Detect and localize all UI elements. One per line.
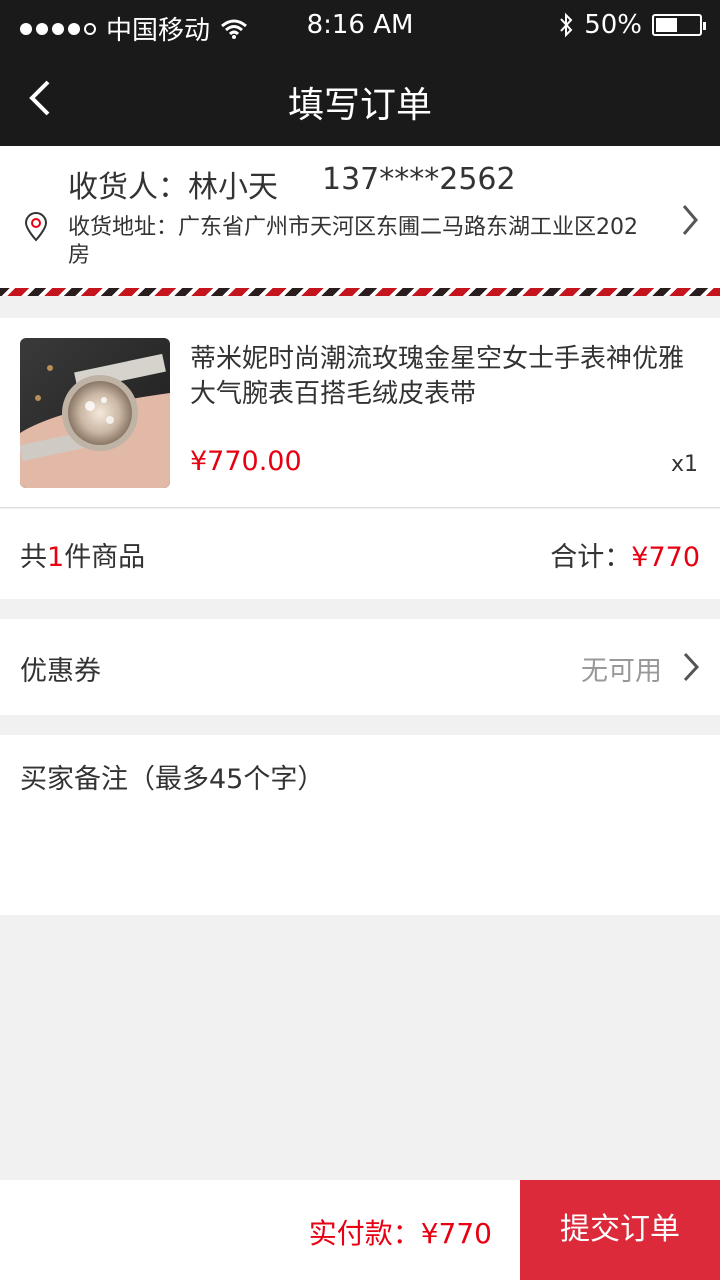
nav-bar: 填写订单: [0, 50, 720, 146]
battery-fill: [656, 18, 677, 32]
item-count-suffix: 件商品: [64, 542, 146, 573]
item-count-number: 1: [47, 542, 65, 573]
coupon-label: 优惠券: [20, 656, 101, 687]
buyer-remark-input[interactable]: 买家备注（最多45个字）: [0, 735, 720, 915]
product-name: 蒂米妮时尚潮流玫瑰金星空女士手表神优雅大气腕表百搭毛绒皮表带: [190, 344, 685, 409]
recipient-phone: 137****2562: [322, 162, 516, 197]
item-count: 共1件商品: [20, 535, 145, 574]
status-right: 50%: [558, 10, 706, 40]
product-item[interactable]: 蒂米妮时尚潮流玫瑰金星空女士手表神优雅大气腕表百搭毛绒皮表带 ¥770.00 x…: [0, 318, 720, 508]
address-text: 收货地址：广东省广州市天河区东圃二马路东湖工业区202房: [68, 215, 638, 268]
product-price: ¥770.00: [190, 446, 302, 477]
address-card[interactable]: 收货人：林小天 137****2562 收货地址：广东省广州市天河区东圃二马路东…: [0, 146, 720, 296]
order-summary: 共1件商品 合计：¥770: [0, 509, 720, 599]
product-quantity: x1: [670, 452, 698, 477]
submit-order-button[interactable]: 提交订单: [520, 1180, 720, 1280]
battery-icon: [652, 14, 706, 36]
location-pin-icon: [24, 212, 48, 242]
recipient-name: 收货人：林小天: [68, 170, 278, 205]
status-bar: 中国移动 8:16 AM 50%: [0, 0, 720, 50]
product-image: [20, 338, 170, 488]
pay-label: 实付款：: [308, 1217, 421, 1250]
page-title: 填写订单: [287, 85, 432, 126]
remark-placeholder: 买家备注（最多45个字）: [20, 764, 325, 795]
total-amount: ¥770: [631, 542, 700, 573]
actual-payment: 实付款：¥770: [309, 1212, 492, 1252]
bottom-bar: 实付款：¥770 提交订单: [0, 1180, 720, 1280]
coupon-value: 无可用: [581, 656, 662, 687]
address-stripe-divider: [0, 288, 720, 296]
item-count-prefix: 共: [20, 542, 47, 573]
order-total: 合计：¥770: [550, 535, 700, 574]
chevron-right-icon: [682, 205, 698, 235]
battery-percent: 50%: [584, 10, 642, 40]
bluetooth-icon: [560, 12, 573, 38]
pay-amount: ¥770: [420, 1217, 492, 1250]
total-label: 合计：: [550, 542, 632, 573]
coupon-row[interactable]: 优惠券 无可用: [0, 619, 720, 715]
chevron-right-icon: [683, 652, 700, 682]
